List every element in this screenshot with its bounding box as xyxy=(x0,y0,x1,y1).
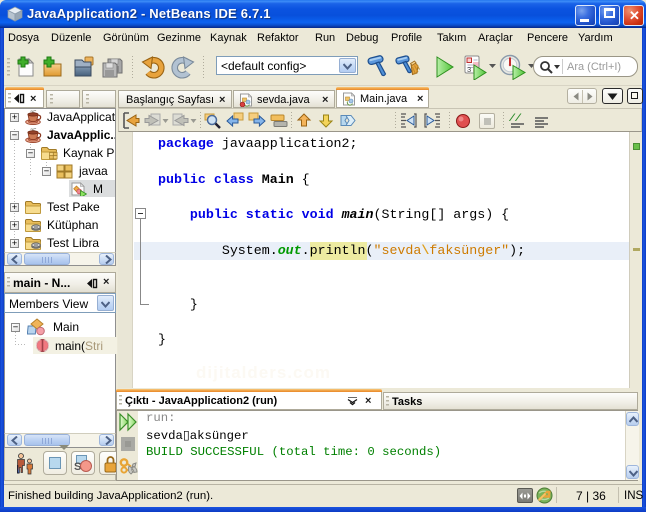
svg-text://: // xyxy=(509,113,522,125)
svg-text:3: 3 xyxy=(467,65,471,74)
